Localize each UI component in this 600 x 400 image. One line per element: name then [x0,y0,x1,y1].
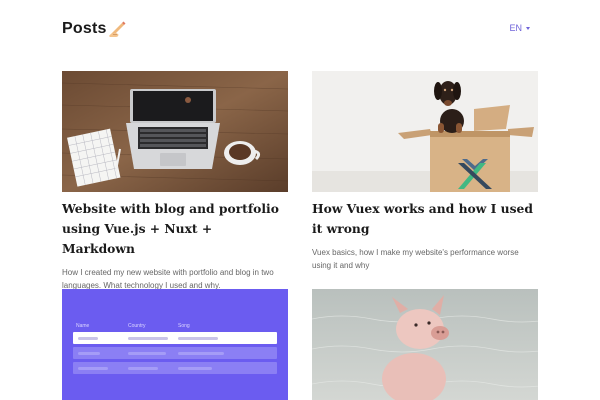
post-title[interactable]: Website with blog and portfolio using Vu… [62,199,288,259]
page-header: Posts EN [62,18,538,44]
language-label: EN [509,23,522,33]
post-card[interactable] [312,289,538,400]
table-header-name: Name [76,323,90,329]
laptop-on-wooden-desk-image [62,71,288,192]
chevron-down-icon [526,26,530,30]
table-ui-illustration-image: Name Country Song [62,289,288,400]
table-header-country: Country [128,323,146,329]
post-card[interactable]: How Vuex works and how I used it wrong V… [312,71,538,272]
post-title[interactable]: How Vuex works and how I used it wrong [312,199,538,239]
piglet-in-water-image [312,289,538,400]
post-description: Vuex basics, how I make my website's per… [312,248,519,270]
post-card[interactable]: Website with blog and portfolio using Vu… [62,71,288,292]
writing-hand-icon [109,21,126,37]
language-switcher[interactable]: EN [509,23,530,33]
post-card[interactable]: Name Country Song [62,289,288,400]
table-header-song: Song [178,323,190,329]
page-title: Posts [62,20,107,37]
dachshund-in-cardboard-box-image [312,71,538,192]
